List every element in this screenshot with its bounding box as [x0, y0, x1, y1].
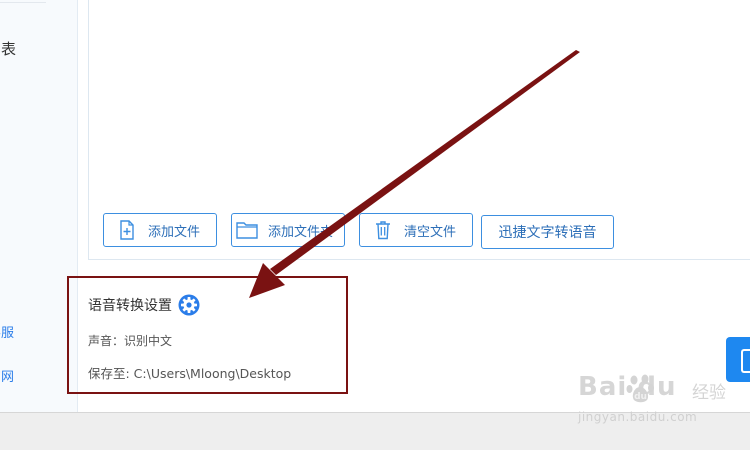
- clear-files-button[interactable]: 清空文件: [359, 213, 473, 247]
- add-file-icon: [116, 219, 138, 241]
- customer-service-link[interactable]: 客服: [0, 322, 14, 341]
- app-window: 列表 客服 官网 添加文件 添加文件夹: [0, 0, 750, 412]
- save-path[interactable]: 保存至: C:\Users\Mloong\Desktop: [88, 363, 291, 382]
- text-to-speech-button[interactable]: 迅捷文字转语音: [481, 215, 614, 249]
- gear-icon[interactable]: [178, 294, 200, 316]
- sidebar-divider: [0, 2, 46, 3]
- sidebar: 列表 客服 官网: [0, 0, 78, 412]
- voice-setting[interactable]: 声音：识别中文: [88, 332, 172, 349]
- folder-icon: [236, 219, 258, 241]
- add-file-label: 添加文件: [148, 224, 201, 240]
- sidebar-item-list[interactable]: 列表: [0, 38, 16, 59]
- conversion-settings-panel: 语音转换设置 声音：识别中文 保存至: C:\Users\Mloong\Desk…: [70, 280, 350, 390]
- add-folder-button[interactable]: 添加文件夹: [231, 213, 345, 247]
- add-folder-label: 添加文件夹: [268, 224, 334, 240]
- trash-icon: [372, 219, 394, 241]
- add-file-button[interactable]: 添加文件: [103, 213, 217, 247]
- text-to-speech-label: 迅捷文字转语音: [498, 225, 597, 241]
- window-bottom-edge: [0, 412, 750, 450]
- settings-title-row: 语音转换设置: [88, 294, 200, 316]
- settings-title: 语音转换设置: [88, 298, 172, 314]
- official-site-link[interactable]: 官网: [0, 366, 14, 385]
- start-convert-button[interactable]: [726, 337, 750, 382]
- clear-files-label: 清空文件: [404, 224, 457, 240]
- screenshot: 列表 客服 官网 添加文件 添加文件夹: [0, 0, 750, 450]
